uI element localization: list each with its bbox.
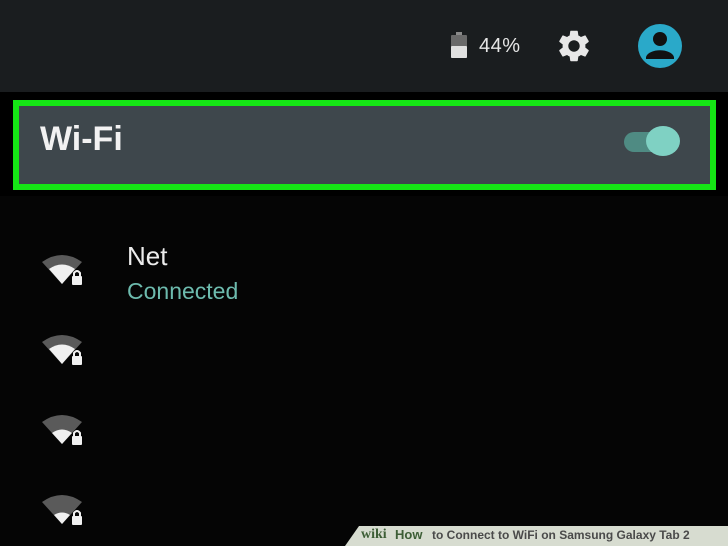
wifi-lock-icon[interactable]: [40, 492, 84, 528]
banner-how-logo: How: [395, 527, 423, 542]
battery-percent: 44%: [479, 35, 521, 57]
wifi-toggle-switch[interactable]: [624, 126, 684, 156]
banner-title: to Connect to WiFi on Samsung Galaxy Tab…: [432, 528, 690, 542]
network-status: Connected: [127, 278, 239, 304]
network-item-connected[interactable]: [0, 232, 728, 312]
wifi-title: Wi-Fi: [40, 120, 123, 158]
account-icon[interactable]: [637, 23, 683, 69]
network-name: Net: [127, 241, 168, 271]
wifi-lock-icon[interactable]: [40, 332, 84, 368]
battery-icon: [451, 32, 467, 58]
banner-wiki-logo: wiki: [361, 527, 387, 542]
toggle-thumb: [646, 126, 680, 156]
status-header: [0, 0, 728, 92]
gear-icon[interactable]: [555, 27, 593, 65]
wifi-lock-icon: [42, 255, 82, 285]
wifi-lock-icon[interactable]: [40, 412, 84, 448]
